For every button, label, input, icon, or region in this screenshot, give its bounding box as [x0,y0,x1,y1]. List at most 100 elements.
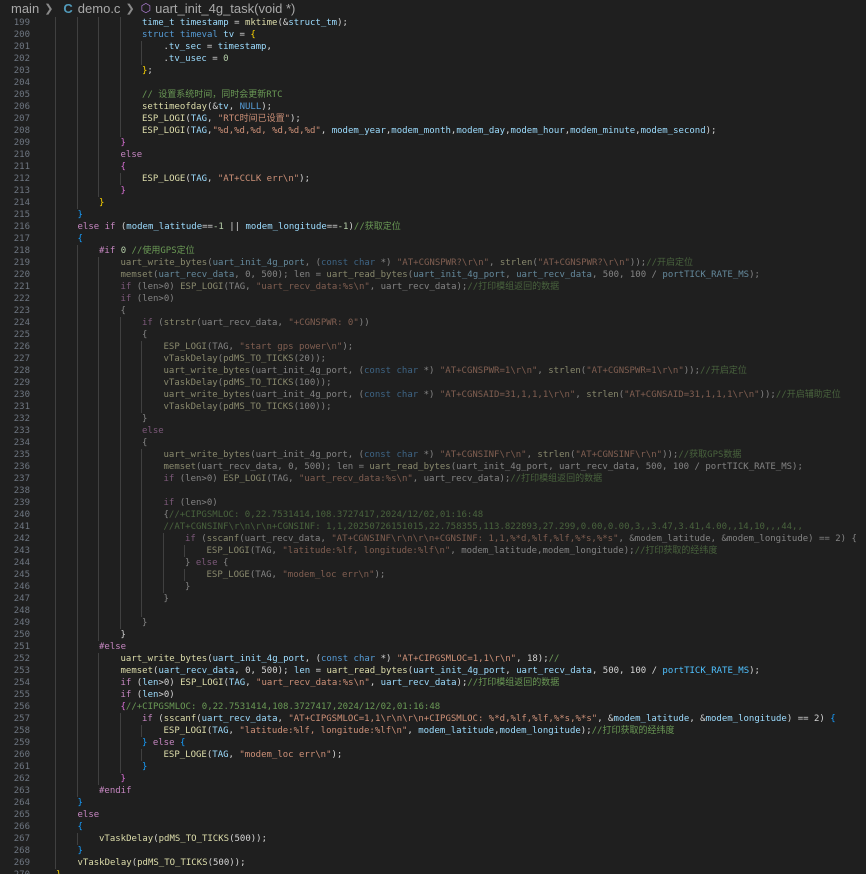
code-line[interactable]: 260 ESP_LOGE(TAG, "modem_loc err\n"); [0,749,866,761]
indent-guide [76,377,78,389]
code-line[interactable]: 259} else { [0,737,866,749]
code-line[interactable]: 202 .tv_usec = 0 [0,53,866,65]
code-line[interactable]: 239 if (len>0) [0,497,866,509]
code-text: ESP_LOGE(TAG, "modem_loc err\n"); [207,569,386,581]
line-number: 231 [13,402,30,412]
code-line[interactable]: 256 {//+CIPGSMLOC: 0,22.7531414,108.37274… [0,701,866,713]
code-line[interactable]: 231 vTaskDelay(pdMS_TO_TICKS(100)); [0,401,866,413]
indent-guide [98,53,99,65]
code-line[interactable]: 199 time_t timestamp = mktime(&struct_tm)… [0,17,866,29]
code-line[interactable]: 229 vTaskDelay(pdMS_TO_TICKS(100)); [0,377,866,389]
code-line[interactable]: 221 if (len>0) ESP_LOGI(TAG, "uart_recv_d… [0,281,866,293]
code-line[interactable]: 211 { [0,161,866,173]
code-line[interactable]: 217 { [0,233,866,245]
code-token: if [120,282,132,292]
code-line[interactable]: 243 ESP_LOGI(TAG, "latitude:%lf, longitud… [0,545,866,557]
code-line[interactable]: 208 ESP_LOGI(TAG,"%d,%d,%d, %d,%d,%d", mo… [0,125,866,137]
code-token: , 500, 100 / [591,270,663,280]
code-text: } [164,593,169,605]
code-line[interactable]: 222 if (len>0) [0,293,866,305]
code-line[interactable]: 236 memset(uart_recv_data, 0, 500); len =… [0,461,866,473]
code-line[interactable]: 205 // 设置系统时间，同时会更新RTC [0,89,866,101]
breadcrumb-file[interactable]: demo.c [73,1,121,16]
indent-guide [119,473,121,485]
code-line[interactable]: 269 vTaskDelay(pdMS_TO_TICKS(500)); [0,857,866,869]
code-line[interactable]: 238 [0,485,866,497]
code-line[interactable]: 245 ESP_LOGE(TAG, "modem_loc err\n"); [0,569,866,581]
code-line[interactable]: 258 ESP_LOGI(TAG, "latitude:%lf, longitud… [0,725,866,737]
code-line[interactable]: 247} [0,593,866,605]
code-line[interactable]: 266 { [0,821,866,833]
code-line[interactable]: 248 [0,605,866,617]
code-token: { [250,30,256,40]
code-line[interactable]: 207 ESP_LOGI(TAG, "RTC时间已设置"); [0,113,866,125]
code-line[interactable]: 228 uart_write_bytes(uart_init_4g_port, (… [0,365,866,377]
code-line[interactable]: 240 {//+CIPGSMLOC: 0,22.7531414,108.37274… [0,509,866,521]
code-line[interactable]: 244} else { [0,557,866,569]
code-line[interactable]: 214} [0,197,866,209]
code-line[interactable]: 262} [0,773,866,785]
code-token: "AT+CGNSINF\r\n\r\n+CGNSINF: 1,1,%*d,%lf… [331,534,619,544]
indent-guide [98,725,99,737]
code-line[interactable]: 249} [0,617,866,629]
code-line[interactable]: 255 if (len>0) [0,689,866,701]
code-line[interactable]: 264} [0,797,866,809]
indent-guide [141,569,142,581]
code-line[interactable]: 267 vTaskDelay(pdMS_TO_TICKS(500)); [0,833,866,845]
line-number: 226 [13,342,30,352]
code-line[interactable]: 224 if (strstr(uart_recv_data, "+CGNSPWR:… [0,317,866,329]
breadcrumb-folder[interactable]: main [0,1,39,16]
code-line[interactable]: 226 ESP_LOGI(TAG, "start gps power\n"); [0,341,866,353]
code-line[interactable]: 212 ESP_LOGE(TAG, "AT+CCLK err\n"); [0,173,866,185]
code-line[interactable]: 230 uart_write_bytes(uart_init_4g_port, (… [0,389,866,401]
code-line[interactable]: 200 struct timeval tv = { [0,29,866,41]
indent-guide [119,617,121,629]
code-line[interactable]: 213} [0,185,866,197]
code-text: //AT+CGNSINF\r\n\r\n+CGNSINF: 1,1,202507… [164,521,803,533]
code-line[interactable]: 263 #endif [0,785,866,797]
code-line[interactable]: 265 else [0,809,866,821]
code-line[interactable]: 206 settimeofday(&tv, NULL); [0,101,866,113]
indent-guide [76,773,78,785]
code-line[interactable]: 209} [0,137,866,149]
code-line[interactable]: 257 if (sscanf(uart_recv_data, "AT+CIPGSM… [0,713,866,725]
code-text: { [142,437,147,449]
code-line[interactable]: 270} [0,869,866,874]
code-line[interactable]: 246} [0,581,866,593]
code-line[interactable]: 232} [0,413,866,425]
code-line[interactable]: 223 { [0,305,866,317]
code-line[interactable]: 242 if (sscanf(uart_recv_data, "AT+CGNSIN… [0,533,866,545]
code-text: } else { [185,557,228,569]
line-number: 210 [13,150,30,160]
code-line[interactable]: 201 .tv_sec = timestamp, [0,41,866,53]
code-line[interactable]: 220 memset(uart_recv_data, 0, 500); len =… [0,269,866,281]
indent-guide [98,341,99,353]
code-line[interactable]: 203}; [0,65,866,77]
code-line[interactable]: 251 #else [0,641,866,653]
code-line[interactable]: 215} [0,209,866,221]
code-line[interactable]: 227 vTaskDelay(pdMS_TO_TICKS(20)); [0,353,866,365]
code-token: "modem_loc err\n" [282,570,375,580]
code-line[interactable]: 254 if (len>0) ESP_LOGI(TAG, "uart_recv_d… [0,677,866,689]
code-line[interactable]: 234 { [0,437,866,449]
code-line[interactable]: 252 uart_write_bytes(uart_init_4g_port, (… [0,653,866,665]
code-line[interactable]: 235 uart_write_bytes(uart_init_4g_port, (… [0,449,866,461]
code-line[interactable]: 261} [0,761,866,773]
code-line[interactable]: 253 memset(uart_recv_data, 0, 500); len =… [0,665,866,677]
code-line[interactable]: 204 [0,77,866,89]
code-line[interactable]: 225 { [0,329,866,341]
code-line[interactable]: 241 //AT+CGNSINF\r\n\r\n+CGNSINF: 1,1,202… [0,521,866,533]
breadcrumb-symbol[interactable]: uart_init_4g_task(void *) [151,1,295,16]
code-line[interactable]: 237 if (len>0) ESP_LOGI(TAG, "uart_recv_d… [0,473,866,485]
indent-guide [98,713,99,725]
code-line[interactable]: 216 else if (modem_latitude==-1 || modem_… [0,221,866,233]
code-line[interactable]: 210 else [0,149,866,161]
code-line[interactable]: 218 #if 0 //使用GPS定位 [0,245,866,257]
code-text: } [121,629,126,641]
code-editor[interactable]: 199 time_t timestamp = mktime(&struct_tm)… [0,16,866,874]
code-line[interactable]: 219 uart_write_bytes(uart_init_4g_port, (… [0,257,866,269]
code-line[interactable]: 233 else [0,425,866,437]
code-line[interactable]: 250} [0,629,866,641]
code-token: uart_write_bytes [163,366,251,376]
code-line[interactable]: 268} [0,845,866,857]
